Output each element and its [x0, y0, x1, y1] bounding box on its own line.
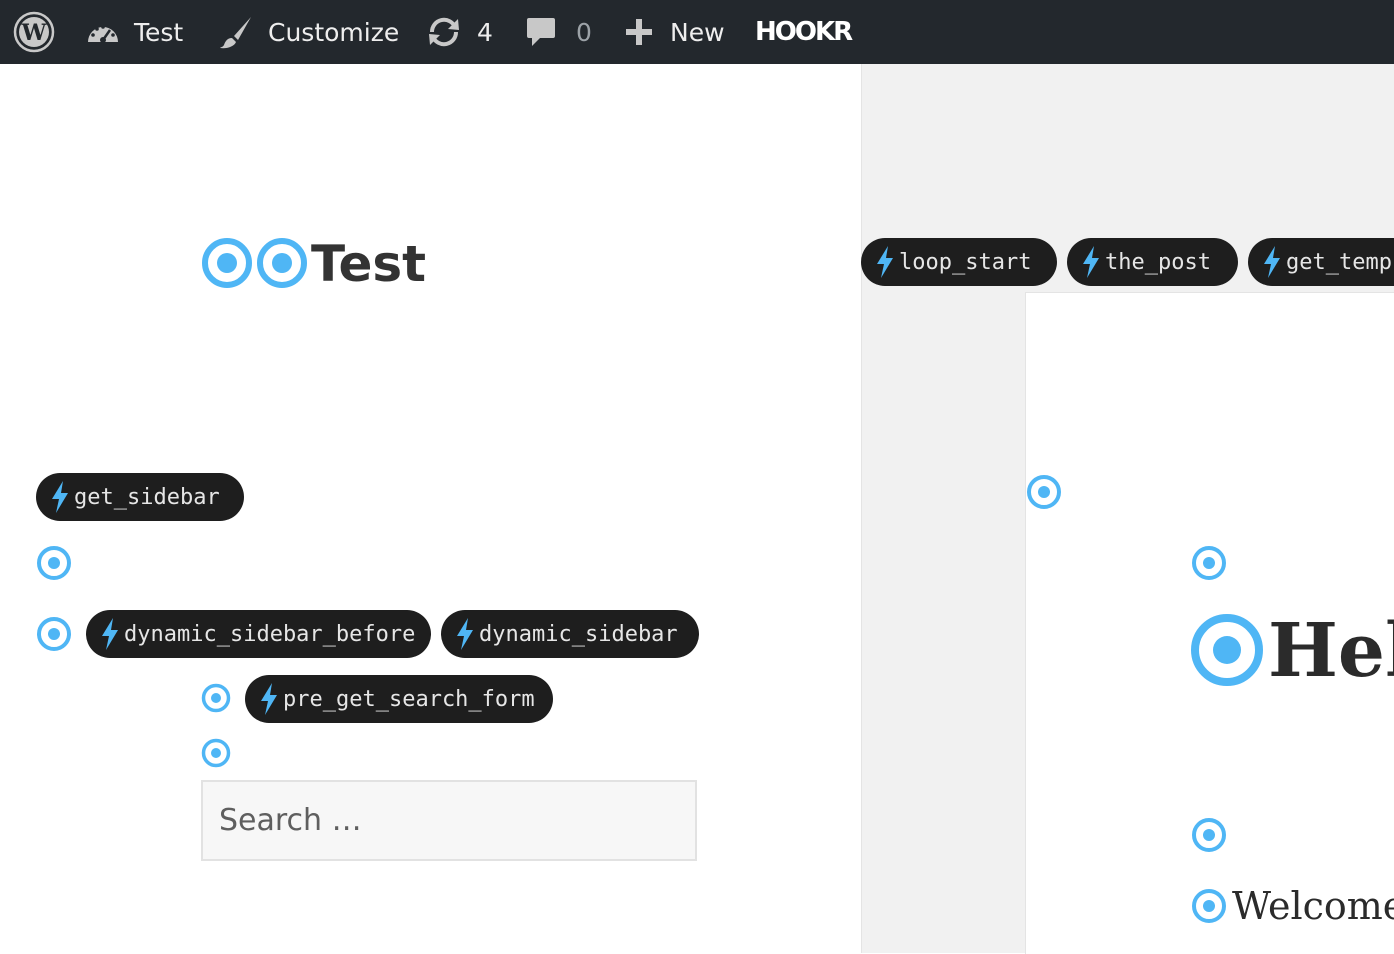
plus-icon — [624, 17, 654, 47]
site-name-menu[interactable]: Test — [86, 0, 183, 64]
hook-pill-pre-get-search-form[interactable]: pre_get_search_form — [245, 675, 553, 723]
hook-pill-get-sidebar[interactable]: get_sidebar — [36, 473, 244, 521]
hook-target-icon[interactable] — [1191, 545, 1227, 581]
hook-pill-the-post[interactable]: the_post — [1067, 238, 1238, 286]
lightning-bolt-icon — [259, 683, 279, 715]
dashboard-icon — [86, 18, 120, 46]
admin-bar: W Test Customize 4 0 New HOOKR — [0, 0, 1394, 64]
hook-target-icon[interactable] — [36, 616, 72, 652]
customize-label: Customize — [268, 17, 400, 47]
new-content-menu[interactable]: New — [624, 0, 725, 64]
new-label: New — [670, 17, 725, 47]
comment-bubble-icon — [526, 16, 556, 48]
hook-name: dynamic_sidebar_before — [124, 621, 416, 647]
updates-icon — [425, 16, 463, 48]
svg-text:W: W — [21, 20, 47, 46]
site-title[interactable]: Test — [311, 232, 426, 296]
hook-target-icon[interactable] — [1026, 474, 1062, 510]
search-input[interactable] — [201, 780, 697, 861]
hook-target-icon[interactable] — [36, 545, 72, 581]
hookr-menu[interactable]: HOOKR — [755, 0, 853, 64]
hook-name: dynamic_sidebar — [479, 621, 678, 647]
wordpress-menu[interactable]: W — [13, 0, 55, 64]
site-name-label: Test — [134, 17, 184, 47]
hook-pill-dynamic-sidebar[interactable]: dynamic_sidebar — [441, 610, 699, 658]
hook-pill-dynamic-sidebar-before[interactable]: dynamic_sidebar_before — [86, 610, 431, 658]
post-content-text: Welcome — [1232, 884, 1394, 928]
paintbrush-icon — [218, 14, 254, 50]
hook-name: get_temp — [1286, 249, 1392, 275]
hook-target-icon[interactable] — [1190, 613, 1264, 687]
lightning-bolt-icon — [100, 618, 120, 650]
updates-count: 4 — [477, 17, 493, 47]
hook-pill-loop-start[interactable]: loop_start — [861, 238, 1057, 286]
wordpress-logo-icon: W — [13, 11, 55, 53]
hook-target-icon[interactable] — [201, 237, 253, 289]
hook-name: get_sidebar — [74, 484, 220, 510]
comments-menu[interactable]: 0 — [526, 0, 592, 64]
lightning-bolt-icon — [50, 481, 70, 513]
hookr-logo: HOOKR — [755, 17, 853, 47]
hook-pill-get-template-part[interactable]: get_temp — [1248, 238, 1394, 286]
hook-target-icon[interactable] — [256, 237, 308, 289]
lightning-bolt-icon — [875, 246, 895, 278]
hook-name: pre_get_search_form — [283, 686, 535, 712]
lightning-bolt-icon — [1262, 246, 1282, 278]
hook-target-icon[interactable] — [1191, 888, 1227, 924]
hook-target-icon[interactable] — [1191, 817, 1227, 853]
hook-name: loop_start — [899, 249, 1032, 275]
hook-target-icon[interactable] — [201, 738, 231, 768]
hook-name: the_post — [1105, 249, 1211, 275]
lightning-bolt-icon — [1081, 246, 1101, 278]
post-title[interactable]: Hel — [1268, 606, 1394, 696]
lightning-bolt-icon — [455, 618, 475, 650]
updates-menu[interactable]: 4 — [425, 0, 493, 64]
customize-menu[interactable]: Customize — [218, 0, 399, 64]
comments-count: 0 — [576, 17, 592, 47]
hook-target-icon[interactable] — [201, 683, 231, 713]
